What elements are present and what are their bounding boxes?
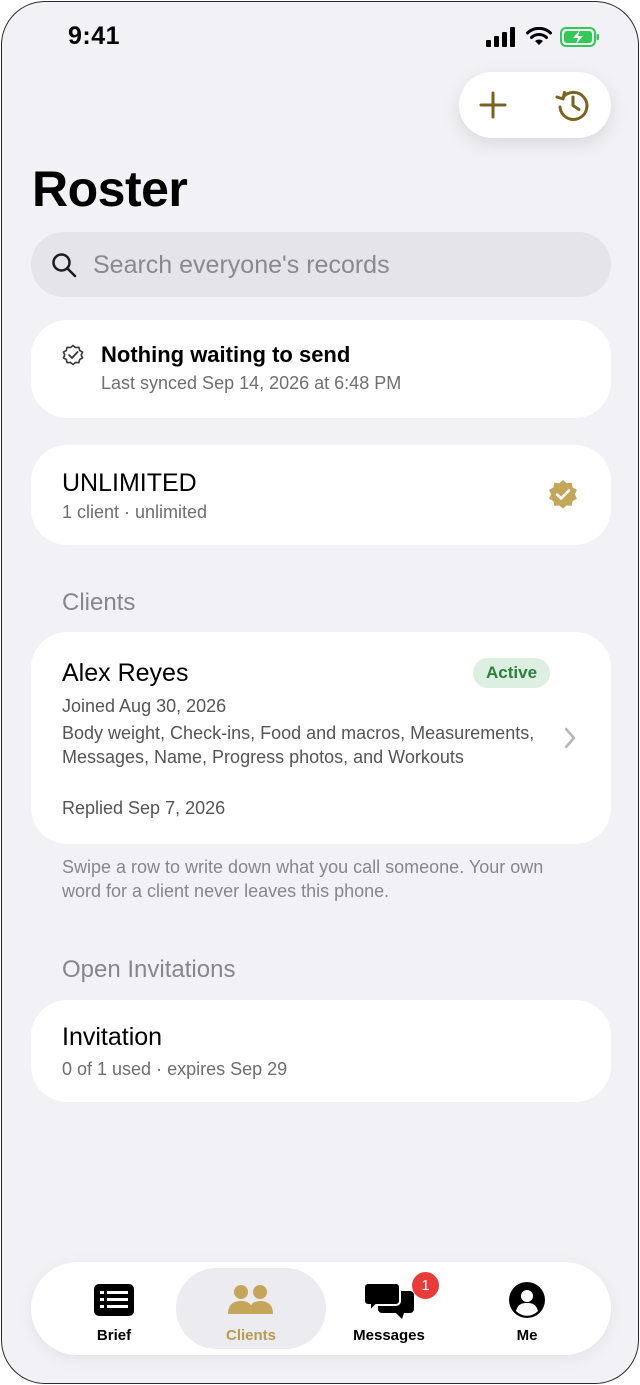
plus-icon <box>479 91 507 119</box>
checkmark-seal-icon <box>62 344 84 366</box>
search-input[interactable] <box>91 232 595 299</box>
tab-clients-label: Clients <box>225 1327 276 1344</box>
chevron-right-icon <box>564 727 576 749</box>
invitations-section-heading: Open Invitations <box>62 956 236 983</box>
client-shared-data: Body weight, Check-ins, Food and macros,… <box>62 723 535 767</box>
search-icon <box>52 253 77 278</box>
plan-name: UNLIMITED <box>62 469 197 497</box>
toolbar <box>459 72 611 138</box>
sync-status-card: Nothing waiting to send Last synced Sep … <box>31 320 611 418</box>
page-title: Roster <box>32 161 188 217</box>
status-badge: Active <box>473 658 551 688</box>
tab-messages[interactable]: 1 Messages <box>314 1268 464 1349</box>
tab-me-label: Me <box>516 1327 538 1344</box>
cellular-signal-icon <box>486 27 515 47</box>
people-icon <box>228 1285 273 1314</box>
plan-detail: 1 client · unlimited <box>62 502 208 522</box>
chat-bubbles-icon <box>364 1282 414 1319</box>
search-bar[interactable] <box>31 232 611 299</box>
person-circle-icon <box>509 1282 545 1318</box>
client-row[interactable]: Alex Reyes Active Joined Aug 30, 2026 Bo… <box>31 632 611 844</box>
status-time: 9:41 <box>68 22 121 50</box>
tab-bar: Brief Clients 1 Messages Me <box>31 1262 611 1355</box>
history-button[interactable] <box>553 85 593 125</box>
invitation-row[interactable]: Invitation 0 of 1 used · expires Sep 29 <box>31 1000 611 1102</box>
add-client-button[interactable] <box>473 85 513 125</box>
client-name: Alex Reyes <box>62 659 189 687</box>
battery-charging-icon <box>560 27 599 47</box>
sync-subtitle: Last synced Sep 14, 2026 at 6:48 PM <box>101 373 402 393</box>
tab-me[interactable]: Me <box>452 1268 602 1349</box>
client-replied: Replied Sep 7, 2026 <box>62 798 226 818</box>
tab-brief-label: Brief <box>96 1327 132 1344</box>
tab-clients[interactable]: Clients <box>176 1268 326 1349</box>
history-clock-icon <box>555 90 589 121</box>
client-joined: Joined Aug 30, 2026 <box>62 696 227 716</box>
status-bar: 9:41 <box>2 2 638 72</box>
newspaper-icon <box>94 1284 134 1316</box>
plan-card: UNLIMITED 1 client · unlimited <box>31 445 611 545</box>
invitation-detail: 0 of 1 used · expires Sep 29 <box>62 1059 288 1079</box>
verified-badge-icon <box>549 480 577 509</box>
phone-screen: 9:41 Roster Search everyone's records No… <box>1 1 639 1384</box>
clients-section-heading: Clients <box>62 589 136 616</box>
sync-title: Nothing waiting to send <box>101 342 351 367</box>
invitation-title: Invitation <box>62 1023 163 1051</box>
tab-brief[interactable]: Brief <box>39 1268 189 1349</box>
messages-unread-badge: 1 <box>412 1272 439 1299</box>
wifi-icon <box>526 27 552 45</box>
clients-footnote: Swipe a row to write down what you call … <box>62 857 544 901</box>
tab-messages-label: Messages <box>353 1327 425 1344</box>
status-icons <box>486 26 600 48</box>
